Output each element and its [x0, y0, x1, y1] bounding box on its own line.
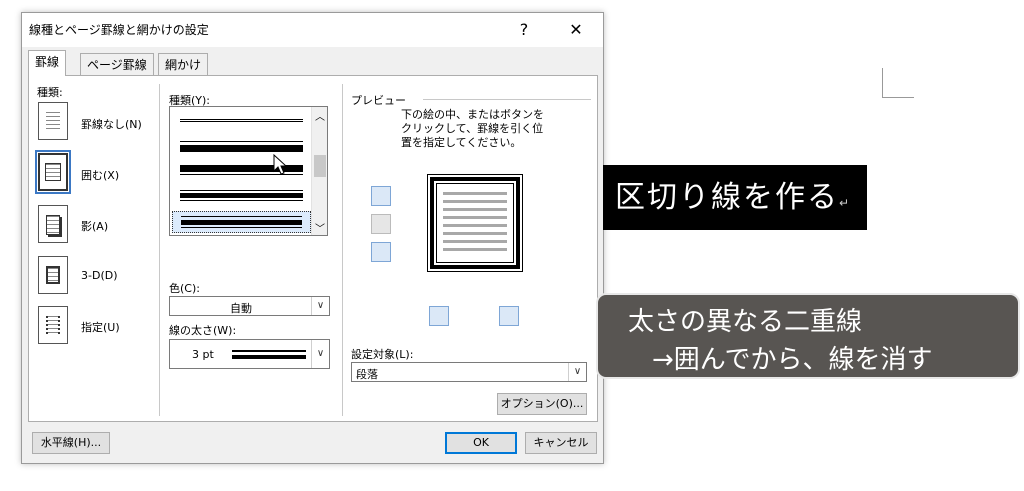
apply-to-value: 段落: [356, 368, 378, 381]
setting-custom-icon[interactable]: [38, 306, 68, 344]
return-mark-icon: ↵: [839, 196, 850, 210]
borders-and-shading-dialog: 線種とページ罫線と網かけの設定 ? ✕ 罫線 ページ罫線 網かけ 種類: 罫線な…: [21, 12, 604, 464]
width-value: 3 pt: [192, 348, 214, 361]
preview-text-lines: [443, 192, 507, 254]
options-button[interactable]: オプション(O)...: [497, 393, 587, 415]
setting-shadow-label[interactable]: 影(A): [81, 218, 108, 234]
setting-label: 種類:: [37, 86, 63, 99]
caption-note-line2: →囲んでから、線を消す: [652, 345, 933, 375]
line-style-item[interactable]: [172, 113, 311, 131]
tab-borders[interactable]: 罫線: [28, 50, 67, 76]
borders-tab-panel: 種類: 罫線なし(N) 囲む(X) 影(A) 3-D(D) 指定(U) 種類(Y…: [28, 75, 598, 422]
divider: [159, 84, 160, 416]
ok-button[interactable]: OK: [445, 432, 517, 454]
scroll-thumb[interactable]: [314, 155, 326, 177]
scroll-up-icon[interactable]: ︿: [312, 108, 327, 123]
chevron-down-icon[interactable]: ∨: [311, 340, 329, 368]
color-label: 色(C):: [169, 282, 200, 295]
line-style-item[interactable]: [172, 162, 311, 180]
setting-3d-icon[interactable]: [38, 256, 68, 294]
color-select[interactable]: 自動 ∨: [169, 296, 330, 316]
setting-box-label[interactable]: 囲む(X): [81, 167, 119, 183]
preview-instructions-line3: 置を指定してください。: [401, 136, 522, 149]
page-corner-mark: [882, 68, 914, 98]
chevron-down-icon[interactable]: ∨: [311, 297, 329, 315]
dialog-titlebar: 線種とページ罫線と網かけの設定 ? ✕: [22, 13, 603, 47]
setting-none-icon[interactable]: [38, 102, 68, 140]
line-style-item[interactable]: [172, 137, 311, 155]
scroll-down-icon[interactable]: ﹀: [312, 220, 327, 235]
setting-3d-label[interactable]: 3-D(D): [81, 269, 118, 282]
close-button[interactable]: ✕: [564, 18, 588, 42]
horizontal-line-button[interactable]: 水平線(H)...: [32, 432, 110, 454]
line-style-item[interactable]: [172, 187, 311, 205]
caption-title: 区切り線を作る↵: [603, 165, 867, 230]
line-style-list[interactable]: ︿ ﹀: [169, 106, 328, 236]
preview-label: プレビュー: [351, 94, 406, 107]
top-border-button[interactable]: [371, 186, 391, 206]
width-preview-line: [232, 350, 306, 352]
inside-horizontal-border-button[interactable]: [371, 214, 391, 234]
setting-box-icon[interactable]: [35, 150, 71, 194]
apply-to-select[interactable]: 段落 ∨: [351, 362, 587, 382]
dialog-title: 線種とページ罫線と網かけの設定: [29, 23, 209, 37]
apply-to-label: 設定対象(L):: [351, 348, 414, 361]
right-border-button[interactable]: [499, 306, 519, 326]
setting-none-label[interactable]: 罫線なし(N): [81, 116, 142, 132]
setting-shadow-icon[interactable]: [38, 205, 68, 243]
caption-note-line1: 太さの異なる二重線: [628, 307, 863, 337]
width-label: 線の太さ(W):: [169, 324, 237, 337]
mouse-cursor-icon: [273, 154, 288, 175]
setting-custom-label[interactable]: 指定(U): [81, 319, 120, 335]
tab-page-border[interactable]: ページ罫線: [80, 53, 154, 75]
chevron-down-icon[interactable]: ∨: [568, 363, 586, 381]
left-border-button[interactable]: [429, 306, 449, 326]
caption-title-text: 区切り線を作る: [615, 180, 839, 215]
line-style-item-selected[interactable]: [172, 211, 311, 233]
color-value: 自動: [230, 302, 252, 315]
bottom-border-button[interactable]: [371, 242, 391, 262]
help-button[interactable]: ?: [512, 18, 536, 42]
width-preview-line: [232, 355, 306, 359]
width-select[interactable]: 3 pt ∨: [169, 339, 330, 369]
caption-note: 太さの異なる二重線 →囲んでから、線を消す: [596, 293, 1020, 379]
cancel-button[interactable]: キャンセル: [525, 432, 597, 454]
tab-shading[interactable]: 網かけ: [158, 53, 209, 75]
preview-box[interactable]: [427, 174, 523, 272]
preview-group-line: [423, 99, 591, 100]
divider: [342, 84, 343, 416]
line-style-scrollbar[interactable]: ︿ ﹀: [311, 107, 327, 235]
